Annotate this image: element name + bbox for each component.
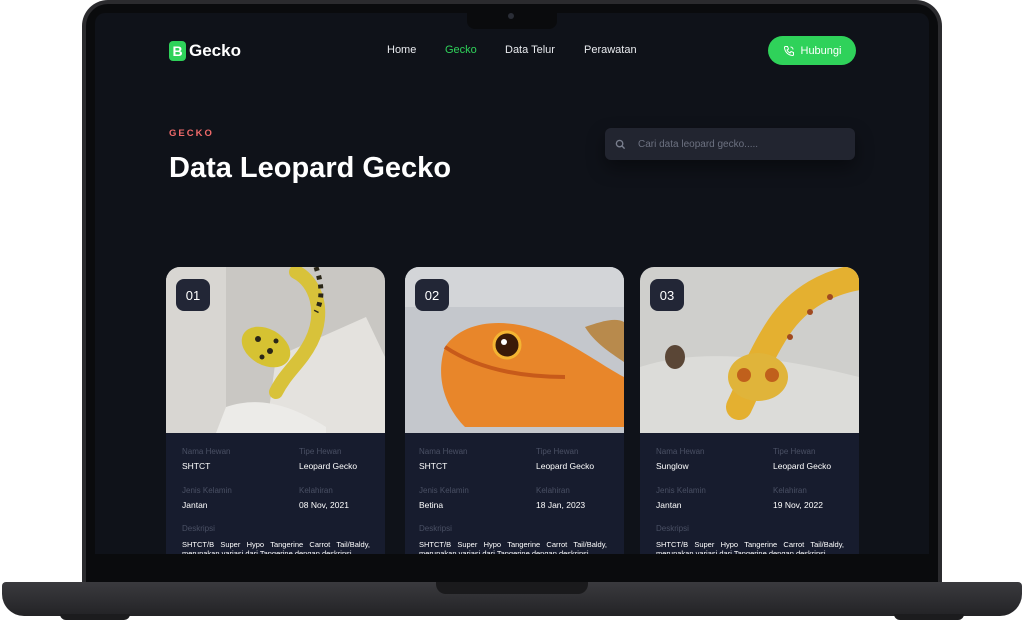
birth-value: 18 Jan, 2023 xyxy=(536,500,586,510)
gecko-card[interactable]: 02 Nama Hewan SHTCT Tipe Hewan Leopard G… xyxy=(405,267,624,554)
search-bar[interactable] xyxy=(605,128,855,160)
page-title: Data Leopard Gecko xyxy=(169,152,452,184)
description-label: Deskripsi xyxy=(656,524,689,533)
card-details: Nama Hewan SHTCT Tipe Hewan Leopard Geck… xyxy=(405,433,624,554)
laptop-bezel-bottom xyxy=(95,554,929,580)
birth-value: 19 Nov, 2022 xyxy=(773,500,823,510)
birth-label: Kelahiran xyxy=(536,486,570,495)
gender-value: Jantan xyxy=(656,500,682,510)
laptop-foot-left xyxy=(60,614,130,620)
screen: B Gecko Home Gecko Data Telur Perawatan … xyxy=(95,13,929,554)
nav-item-data-telur[interactable]: Data Telur xyxy=(505,44,555,56)
card-details: Nama Hewan SHTCT Tipe Hewan Leopard Geck… xyxy=(166,433,385,554)
gecko-card[interactable]: 01 Nama Hewan SHTCT Tipe Hewan Leopard G… xyxy=(166,267,385,554)
gender-label: Jenis Kelamin xyxy=(182,486,232,495)
description-label: Deskripsi xyxy=(419,524,452,533)
gender-label: Jenis Kelamin xyxy=(656,486,706,495)
gecko-card[interactable]: 03 Nama Hewan Sunglow Tipe Hewan Leopard… xyxy=(640,267,859,554)
name-label: Nama Hewan xyxy=(419,447,468,456)
name-value: Sunglow xyxy=(656,461,689,471)
logo-mark: B xyxy=(169,41,186,61)
type-value: Leopard Gecko xyxy=(299,461,358,471)
description-text: SHTCT/B Super Hypo Tangerine Carrot Tail… xyxy=(656,540,844,554)
birth-label: Kelahiran xyxy=(299,486,333,495)
type-value: Leopard Gecko xyxy=(536,461,595,471)
card-number: 02 xyxy=(415,279,449,311)
contact-button[interactable]: Hubungi xyxy=(768,36,856,65)
laptop-foot-right xyxy=(894,614,964,620)
type-value: Leopard Gecko xyxy=(773,461,832,471)
gender-value: Jantan xyxy=(182,500,208,510)
birth-label: Kelahiran xyxy=(773,486,807,495)
section-eyebrow: GECKO xyxy=(169,128,214,139)
gender-value: Betina xyxy=(419,500,444,510)
description-text: SHTCT/B Super Hypo Tangerine Carrot Tail… xyxy=(182,540,370,554)
camera-icon xyxy=(508,13,514,19)
gender-label: Jenis Kelamin xyxy=(419,486,469,495)
name-value: SHTCT xyxy=(419,461,448,471)
card-number: 03 xyxy=(650,279,684,311)
type-label: Tipe Hewan xyxy=(773,447,816,456)
laptop-base-notch xyxy=(436,582,588,594)
birth-value: 08 Nov, 2021 xyxy=(299,500,349,510)
logo-text: Gecko xyxy=(189,41,241,60)
type-label: Tipe Hewan xyxy=(536,447,579,456)
nav-item-gecko[interactable]: Gecko xyxy=(445,44,477,56)
type-label: Tipe Hewan xyxy=(299,447,342,456)
phone-icon xyxy=(783,45,794,56)
description-text: SHTCT/B Super Hypo Tangerine Carrot Tail… xyxy=(419,540,607,554)
card-number: 01 xyxy=(176,279,210,311)
nav-item-perawatan[interactable]: Perawatan xyxy=(584,44,637,56)
name-value: SHTCT xyxy=(182,461,211,471)
name-label: Nama Hewan xyxy=(182,447,231,456)
description-label: Deskripsi xyxy=(182,524,215,533)
brand-logo[interactable]: B Gecko xyxy=(169,41,241,61)
search-input[interactable] xyxy=(638,138,838,150)
name-label: Nama Hewan xyxy=(656,447,705,456)
nav-item-home[interactable]: Home xyxy=(387,44,416,56)
card-details: Nama Hewan Sunglow Tipe Hewan Leopard Ge… xyxy=(640,433,859,554)
contact-button-label: Hubungi xyxy=(800,44,842,57)
search-icon xyxy=(615,139,626,149)
